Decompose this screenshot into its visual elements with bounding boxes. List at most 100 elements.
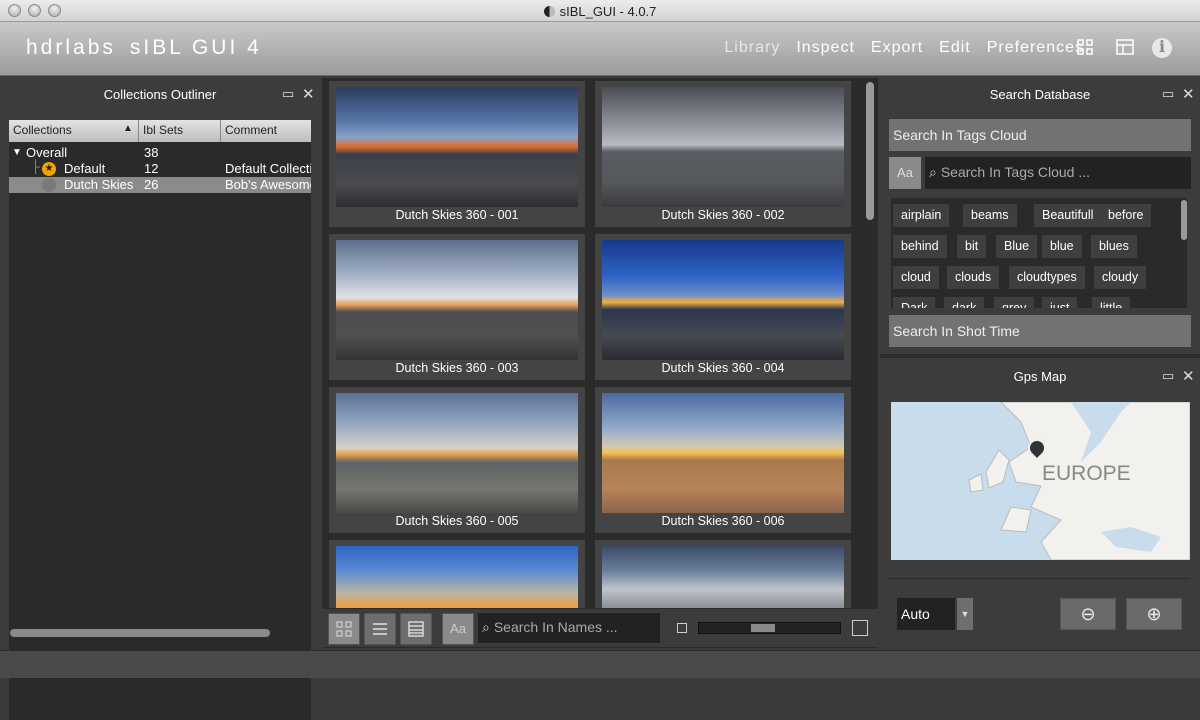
- tag-button[interactable]: Beautifull: [1034, 204, 1102, 227]
- tag-button[interactable]: just: [1042, 297, 1078, 308]
- tag-button[interactable]: Blue: [996, 235, 1038, 258]
- sort-arrow-icon: ▲: [123, 123, 133, 134]
- case-sensitive-button[interactable]: Aa: [889, 157, 921, 189]
- menu-preferences[interactable]: Preferences: [987, 39, 1084, 57]
- vertical-scrollbar[interactable]: [866, 82, 874, 220]
- undock-icon[interactable]: ▭: [1162, 86, 1174, 102]
- undock-icon[interactable]: ▭: [1162, 368, 1174, 384]
- tree-branch-icon: ├: [31, 159, 41, 174]
- panel-divider: [880, 354, 1200, 358]
- app-window: sIBL_GUI - 4.0.7 hdrlabs sIBL GUI 4 Libra…: [0, 0, 1200, 720]
- column-comment[interactable]: Comment: [221, 120, 311, 142]
- collection-count: 26: [144, 177, 159, 192]
- chevron-down-icon[interactable]: ▼: [957, 598, 973, 630]
- shot-time-section[interactable]: Search In Shot Time: [889, 315, 1191, 347]
- status-bar: [0, 650, 1200, 678]
- zoom-out-button[interactable]: ⊖: [1060, 598, 1116, 630]
- grid-layout-icon[interactable]: [1076, 39, 1094, 57]
- tag-button[interactable]: grey: [994, 297, 1035, 308]
- tag-button[interactable]: before: [1100, 204, 1152, 227]
- tags-scrollbar[interactable]: [1181, 200, 1187, 240]
- tag-button[interactable]: beams: [963, 204, 1017, 227]
- tag-button[interactable]: cloud: [893, 266, 939, 289]
- thumbnail-caption: Dutch Skies 360 - 003: [395, 361, 519, 375]
- ibl-thumbnail[interactable]: Dutch Skies 360 - 003: [329, 234, 585, 380]
- tags-cloud: airplain beams Beautifull before behind …: [891, 198, 1187, 308]
- thumbnail-image: [336, 240, 578, 360]
- ibl-thumbnail[interactable]: Dutch Skies 360 - 002: [595, 81, 851, 227]
- undock-icon[interactable]: ▭: [282, 86, 294, 102]
- thumbnail-size-small-icon[interactable]: [677, 623, 687, 633]
- panel-title: Collections Outliner: [103, 87, 217, 102]
- tag-button[interactable]: cloudtypes: [1009, 266, 1085, 289]
- column-collections[interactable]: Collections ▲: [9, 120, 139, 142]
- tag-button[interactable]: dark: [944, 297, 985, 308]
- ibl-thumbnail[interactable]: Dutch Skies 360 - 006: [595, 387, 851, 533]
- column-label: Collections: [13, 123, 72, 137]
- main-menu: Library Inspect Export Edit Preferences: [724, 39, 1084, 57]
- tag-button[interactable]: little: [1092, 297, 1131, 308]
- ibl-thumbnail[interactable]: [329, 540, 585, 608]
- close-icon[interactable]: ✕: [1182, 85, 1195, 103]
- menu-inspect[interactable]: Inspect: [796, 39, 855, 57]
- map-type-value: Auto: [901, 606, 930, 622]
- tag-button[interactable]: blues: [1091, 235, 1137, 258]
- tag-button[interactable]: blue: [1042, 235, 1082, 258]
- thumbnail-image: [602, 393, 844, 513]
- app-icon: [543, 6, 555, 17]
- ibl-thumbnail[interactable]: Dutch Skies 360 - 004: [595, 234, 851, 380]
- collection-count: 38: [144, 145, 159, 160]
- column-ibl-sets[interactable]: Ibl Sets: [139, 120, 221, 142]
- tag-button[interactable]: Dark: [893, 297, 936, 308]
- collection-comment: Bob's Awesome: [225, 177, 311, 192]
- details-view-button[interactable]: [400, 613, 432, 645]
- list-view-button[interactable]: [364, 613, 396, 645]
- app-header: hdrlabs sIBL GUI 4 Library Inspect Export…: [0, 22, 1200, 76]
- tree-row-dutch-skies[interactable]: Dutch Skies 26 Bob's Awesome: [9, 177, 311, 193]
- search-icon: ⌕: [482, 619, 490, 635]
- horizontal-scrollbar[interactable]: [10, 629, 270, 637]
- tree-row-default[interactable]: ├ ★ Default 12 Default Collection: [9, 159, 311, 177]
- search-icon: ⌕: [929, 164, 937, 180]
- panel-layout-icon[interactable]: [1116, 39, 1134, 57]
- tags-cloud-section[interactable]: Search In Tags Cloud: [889, 119, 1191, 151]
- thumbnail-size-slider[interactable]: [698, 622, 841, 634]
- tags-search-placeholder: Search In Tags Cloud ...: [940, 164, 1091, 180]
- tag-button[interactable]: clouds: [947, 266, 1000, 289]
- right-panels: Search Database ▭ ✕ Search In Tags Cloud…: [880, 78, 1200, 648]
- thumbnail-caption: Dutch Skies 360 - 002: [661, 208, 785, 222]
- name-search-input[interactable]: ⌕ Search In Names ...: [478, 613, 660, 643]
- thumbnail-image: [602, 87, 844, 207]
- thumbnail-size-large-icon[interactable]: [852, 620, 868, 636]
- collection-count: 12: [144, 161, 159, 176]
- close-icon[interactable]: ✕: [302, 85, 315, 103]
- logo-product: sIBL GUI 4: [129, 36, 262, 59]
- gps-map[interactable]: EUROPE: [891, 402, 1190, 560]
- map-type-select[interactable]: Auto ▼: [897, 598, 973, 630]
- tag-button[interactable]: behind: [893, 235, 947, 258]
- menu-export[interactable]: Export: [871, 39, 923, 57]
- tag-button[interactable]: airplain: [893, 204, 950, 227]
- tag-button[interactable]: bit: [957, 235, 987, 258]
- window-title: sIBL_GUI - 4.0.7: [0, 4, 1200, 19]
- tag-button[interactable]: cloudy: [1094, 266, 1147, 289]
- zoom-in-button[interactable]: ⊕: [1126, 598, 1182, 630]
- thumbnail-caption: Dutch Skies 360 - 001: [395, 208, 519, 222]
- info-icon[interactable]: i: [1152, 38, 1172, 58]
- collection-name: Default: [64, 161, 106, 176]
- tree-row-overall[interactable]: ▼ Overall 38: [9, 145, 311, 161]
- slider-handle[interactable]: [751, 624, 775, 632]
- panel-title: Gps Map: [1013, 369, 1067, 384]
- menu-library[interactable]: Library: [724, 39, 780, 57]
- close-icon[interactable]: ✕: [1182, 367, 1195, 385]
- menu-edit[interactable]: Edit: [939, 39, 971, 57]
- star-icon: ★: [42, 162, 56, 176]
- window-title-text: sIBL_GUI - 4.0.7: [559, 4, 657, 19]
- case-sensitive-button[interactable]: Aa: [442, 613, 474, 645]
- ibl-thumbnail[interactable]: Dutch Skies 360 - 001: [329, 81, 585, 227]
- expand-arrow-icon[interactable]: ▼: [12, 147, 22, 158]
- ibl-thumbnail[interactable]: [595, 540, 851, 608]
- thumbnails-view-button[interactable]: [328, 613, 360, 645]
- ibl-thumbnail[interactable]: Dutch Skies 360 - 005: [329, 387, 585, 533]
- tags-search-input[interactable]: ⌕ Search In Tags Cloud ...: [925, 157, 1191, 189]
